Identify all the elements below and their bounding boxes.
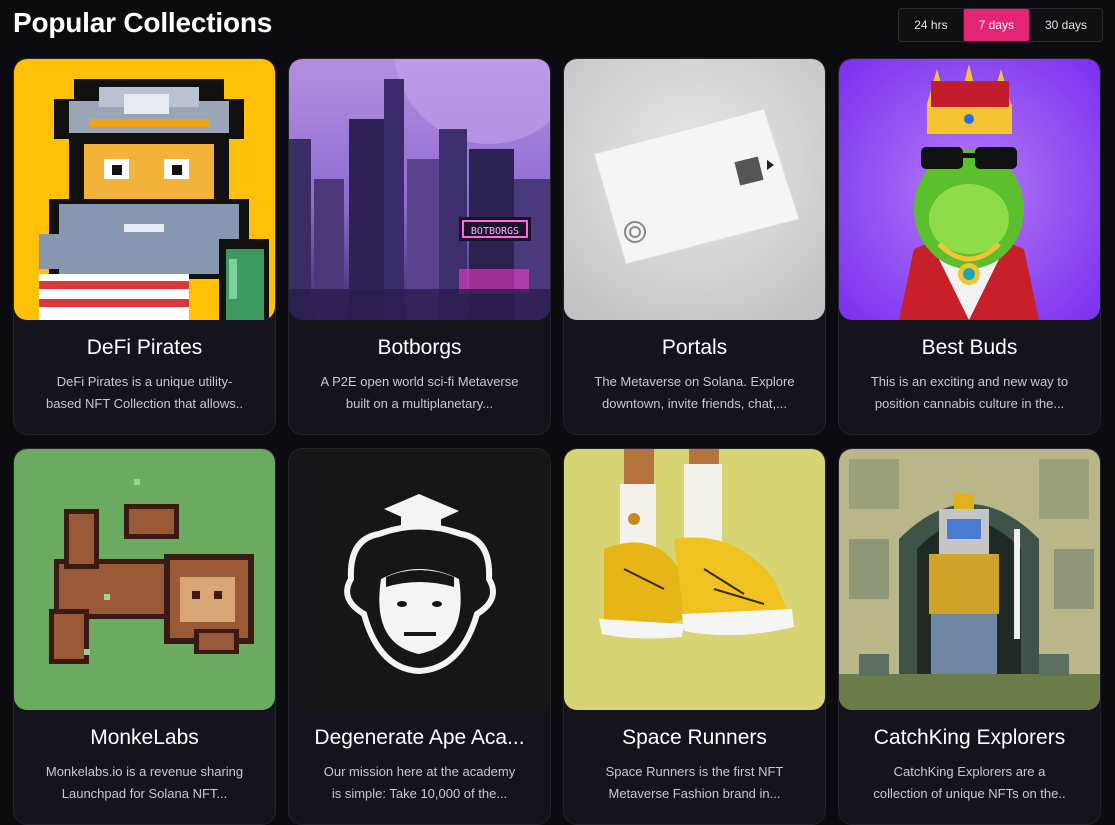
collection-name: DeFi Pirates	[86, 336, 203, 359]
range-30days-button[interactable]: 30 days	[1028, 9, 1102, 41]
collection-description: Our mission here at the academy is simpl…	[323, 764, 516, 801]
collection-image-ape-logo	[289, 449, 550, 710]
collection-image-pixel-monkey	[14, 449, 275, 710]
range-7days-button[interactable]: 7 days	[962, 9, 1029, 41]
collection-card[interactable]: BOTBORGS Botborgs A P2E open world sci-f…	[288, 58, 551, 435]
collection-description: A P2E open world sci-fi Metaverse built …	[320, 374, 519, 411]
collection-image-white-card	[564, 59, 825, 320]
collection-description: The Metaverse on Solana. Explore downtow…	[594, 374, 795, 411]
collection-card[interactable]: Space Runners Space Runners is the first…	[563, 448, 826, 825]
collection-description: CatchKing Explorers are a collection of …	[873, 764, 1066, 801]
collection-image-gold-sneakers	[564, 449, 825, 710]
collection-name: Space Runners	[622, 726, 767, 749]
collection-image-pixel-explorer	[839, 449, 1100, 710]
collection-description: This is an exciting and new way to posit…	[870, 374, 1069, 411]
collection-image-pixel-pirate	[14, 59, 275, 320]
collection-card[interactable]: CatchKing Explorers CatchKing Explorers …	[838, 448, 1101, 825]
collection-name: Botborgs	[377, 336, 462, 359]
collection-card[interactable]: Best Buds This is an exciting and new wa…	[838, 58, 1101, 435]
collection-image-sci-fi-city: BOTBORGS	[289, 59, 550, 320]
page-title: Popular Collections	[13, 7, 273, 38]
collection-description: Space Runners is the first NFT Metaverse…	[605, 764, 784, 801]
collection-name: MonkeLabs	[90, 726, 199, 749]
range-24hrs-button[interactable]: 24 hrs	[899, 9, 962, 41]
collection-description: DeFi Pirates is a unique utility-based N…	[45, 374, 244, 411]
collections-grid: DeFi Pirates DeFi Pirates is a unique ut…	[13, 58, 1101, 825]
collection-image-crowned-bud	[839, 59, 1100, 320]
collection-card[interactable]: MonkeLabs Monkelabs.io is a revenue shar…	[13, 448, 276, 825]
collection-name: CatchKing Explorers	[873, 726, 1066, 749]
collection-name: Best Buds	[921, 336, 1018, 359]
header: Popular Collections 24 hrs 7 days 30 day…	[13, 0, 1103, 50]
collection-name: Portals	[661, 336, 728, 359]
collection-card[interactable]: DeFi Pirates DeFi Pirates is a unique ut…	[13, 58, 276, 435]
collection-card[interactable]: Degenerate Ape Aca... Our mission here a…	[288, 448, 551, 825]
time-range-selector: 24 hrs 7 days 30 days	[898, 8, 1103, 42]
svg-text:BOTBORGS: BOTBORGS	[471, 226, 519, 237]
collection-card[interactable]: Portals The Metaverse on Solana. Explore…	[563, 58, 826, 435]
collection-name: Degenerate Ape Aca...	[314, 726, 525, 749]
collection-description: Monkelabs.io is a revenue sharing Launch…	[45, 764, 244, 801]
